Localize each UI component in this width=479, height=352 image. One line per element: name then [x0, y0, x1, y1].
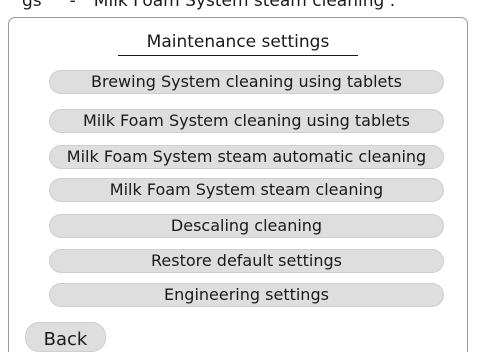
milk-foam-steam-automatic-cleaning-button[interactable]: Milk Foam System steam automatic cleanin…: [49, 145, 444, 169]
descaling-cleaning-button[interactable]: Descaling cleaning: [49, 214, 444, 238]
breadcrumb-current: Milk Foam System steam cleaning :: [93, 0, 396, 11]
milk-foam-steam-cleaning-button[interactable]: Milk Foam System steam cleaning: [49, 178, 444, 202]
brewing-system-tablet-cleaning-button[interactable]: Brewing System cleaning using tablets: [49, 70, 444, 94]
restore-default-settings-button[interactable]: Restore default settings: [49, 249, 444, 273]
breadcrumb-separator: -: [69, 0, 76, 11]
breadcrumb-parent[interactable]: gs: [22, 0, 42, 11]
breadcrumb: gs - Milk Foam System steam cleaning :: [0, 0, 479, 11]
engineering-settings-button[interactable]: Engineering settings: [49, 283, 444, 307]
milk-foam-tablet-cleaning-button[interactable]: Milk Foam System cleaning using tablets: [49, 109, 444, 133]
back-button[interactable]: Back: [25, 322, 106, 352]
maintenance-settings-screen: gs - Milk Foam System steam cleaning : Mai…: [0, 0, 479, 352]
panel-title: Maintenance settings: [118, 31, 358, 56]
